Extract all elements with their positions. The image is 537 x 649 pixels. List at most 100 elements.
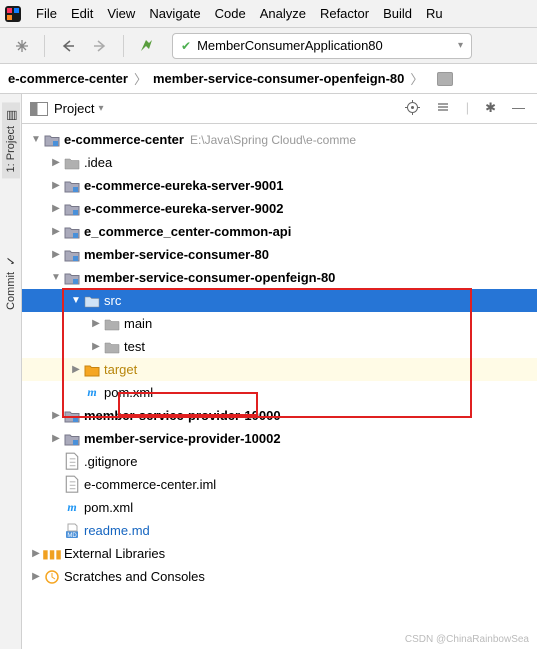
- forward-button[interactable]: [87, 32, 115, 60]
- app-logo-icon: [4, 5, 22, 23]
- tool-window-gutter: 1: Project ▤ Commit ✓: [0, 94, 22, 649]
- menu-edit[interactable]: Edit: [65, 4, 99, 23]
- run-config-label: MemberConsumerApplication80: [197, 38, 383, 53]
- chevron-down-icon[interactable]: ▾: [98, 103, 103, 114]
- node-label: member-service-consumer-openfeign-80: [84, 270, 335, 285]
- breadcrumb-module[interactable]: member-service-consumer-openfeign-80: [153, 71, 404, 86]
- folder-icon: [437, 72, 453, 86]
- tree-row[interactable]: ▶▮▮▮External Libraries: [22, 542, 537, 565]
- tree-row[interactable]: m pom.xml: [22, 496, 537, 519]
- menu-code[interactable]: Code: [209, 4, 252, 23]
- module-icon: [64, 201, 80, 217]
- m-icon: m: [84, 385, 100, 401]
- tree-row[interactable]: ▶member-service-provider-10002: [22, 427, 537, 450]
- expand-all-button[interactable]: [432, 98, 454, 120]
- node-label: e_commerce_center-common-api: [84, 224, 291, 239]
- tree-row[interactable]: ▶member-service-consumer-80: [22, 243, 537, 266]
- tree-row[interactable]: ▶e_commerce_center-common-api: [22, 220, 537, 243]
- chevron-right-icon: 〉: [410, 69, 423, 88]
- tree-row[interactable]: ▶e-commerce-eureka-server-9002: [22, 197, 537, 220]
- tree-row[interactable]: ▶Scratches and Consoles: [22, 565, 537, 588]
- project-tree[interactable]: ▼e-commerce-centerE:\Java\Spring Cloud\e…: [22, 124, 537, 649]
- locate-button[interactable]: [401, 98, 424, 120]
- menu-refactor[interactable]: Refactor: [314, 4, 375, 23]
- module-icon: [44, 132, 60, 148]
- chevron-down-icon: ▾: [458, 40, 463, 51]
- breadcrumb-root[interactable]: e-commerce-center: [8, 71, 128, 86]
- run-config-selector[interactable]: ✔ MemberConsumerApplication80 ▾: [172, 33, 472, 59]
- tree-row[interactable]: ▶target: [22, 358, 537, 381]
- scratch-icon: [44, 569, 60, 585]
- tree-row[interactable]: ▼src: [22, 289, 537, 312]
- module-icon: [64, 270, 80, 286]
- separator: [44, 35, 45, 57]
- panel-title[interactable]: Project: [54, 101, 94, 116]
- node-label: main: [124, 316, 152, 331]
- chevron-right-icon: 〉: [134, 69, 147, 88]
- module-icon: [64, 224, 80, 240]
- menu-run[interactable]: Ru: [420, 4, 449, 23]
- menu-view[interactable]: View: [101, 4, 141, 23]
- build-button[interactable]: [132, 32, 160, 60]
- separator: [123, 35, 124, 57]
- tree-row[interactable]: ▶test: [22, 335, 537, 358]
- ok-icon: ✔: [181, 39, 191, 53]
- md-icon: MD: [64, 523, 80, 539]
- node-label: test: [124, 339, 145, 354]
- node-label: .gitignore: [84, 454, 137, 469]
- sync-button[interactable]: [8, 32, 36, 60]
- lib-icon: ▮▮▮: [44, 546, 60, 562]
- node-label: pom.xml: [84, 500, 133, 515]
- module-icon: [64, 408, 80, 424]
- node-label: Scratches and Consoles: [64, 569, 205, 584]
- node-label: pom.xml: [104, 385, 153, 400]
- node-label: member-service-consumer-80: [84, 247, 269, 262]
- gutter-commit[interactable]: Commit ✓: [2, 248, 20, 316]
- menu-navigate[interactable]: Navigate: [143, 4, 206, 23]
- project-view-icon: [30, 102, 48, 116]
- tree-row[interactable]: ▶member-service-provider-10000: [22, 404, 537, 427]
- svg-text:MD: MD: [67, 533, 77, 539]
- folder-icon: [104, 316, 120, 332]
- node-label: member-service-provider-10000: [84, 408, 281, 423]
- menu-file[interactable]: File: [30, 4, 63, 23]
- file-icon: [64, 454, 80, 470]
- folder-icon: ▤: [4, 108, 18, 122]
- menu-bar: File Edit View Navigate Code Analyze Ref…: [0, 0, 537, 28]
- file-icon: [64, 477, 80, 493]
- tree-row[interactable]: ▶.idea: [22, 151, 537, 174]
- node-label: target: [104, 362, 137, 377]
- node-hint: E:\Java\Spring Cloud\e-comme: [190, 133, 356, 147]
- tree-row[interactable]: ▼e-commerce-centerE:\Java\Spring Cloud\e…: [22, 128, 537, 151]
- module-icon: [64, 431, 80, 447]
- node-label: src: [104, 293, 121, 308]
- folder-icon: [104, 339, 120, 355]
- tree-row[interactable]: ▼member-service-consumer-openfeign-80: [22, 266, 537, 289]
- node-label: .idea: [84, 155, 112, 170]
- tree-row[interactable]: .gitignore: [22, 450, 537, 473]
- node-label: member-service-provider-10002: [84, 431, 281, 446]
- tree-row[interactable]: ▶e-commerce-eureka-server-9001: [22, 174, 537, 197]
- watermark: CSDN @ChinaRainbowSea: [405, 634, 529, 645]
- node-label: e-commerce-center.iml: [84, 477, 216, 492]
- back-button[interactable]: [53, 32, 81, 60]
- menu-analyze[interactable]: Analyze: [254, 4, 312, 23]
- tree-row[interactable]: ▶main: [22, 312, 537, 335]
- breadcrumb: e-commerce-center 〉 member-service-consu…: [0, 64, 537, 94]
- node-label: e-commerce-center: [64, 132, 184, 147]
- commit-icon: ✓: [4, 254, 18, 268]
- folder-icon: [84, 293, 100, 309]
- module-icon: [64, 178, 80, 194]
- project-panel-header: Project ▾ | ✱ —: [22, 94, 537, 124]
- m-icon: m: [64, 500, 80, 516]
- tree-row[interactable]: MDreadme.md: [22, 519, 537, 542]
- menu-build[interactable]: Build: [377, 4, 418, 23]
- tree-row[interactable]: e-commerce-center.iml: [22, 473, 537, 496]
- folder-icon: [64, 155, 80, 171]
- settings-button[interactable]: ✱: [481, 98, 500, 120]
- gutter-project[interactable]: 1: Project ▤: [2, 102, 20, 178]
- tree-row[interactable]: m pom.xml: [22, 381, 537, 404]
- module-icon: [64, 247, 80, 263]
- node-label: External Libraries: [64, 546, 165, 561]
- minimize-button[interactable]: —: [508, 98, 529, 120]
